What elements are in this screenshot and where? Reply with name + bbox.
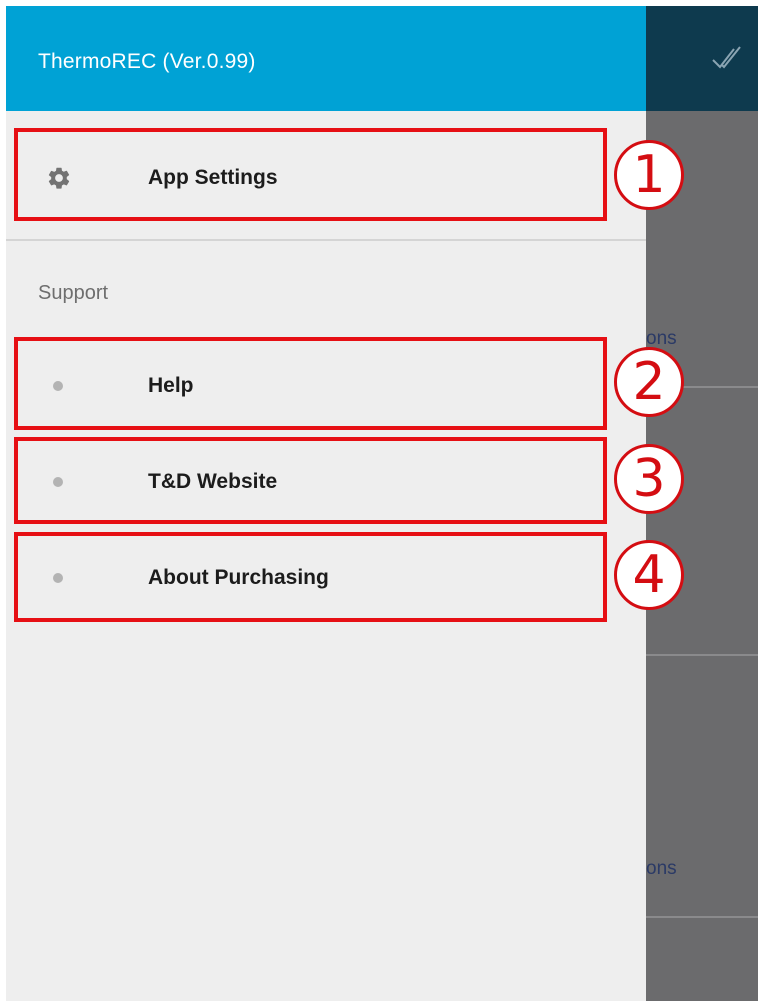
callout-number-2: 2	[614, 347, 684, 417]
drawer-header: ThermoREC (Ver.0.99)	[6, 6, 646, 111]
callout-number-1: 1	[614, 140, 684, 210]
app-title: ThermoREC (Ver.0.99)	[38, 50, 256, 73]
double-check-icon[interactable]	[710, 36, 744, 76]
section-divider	[6, 239, 646, 241]
callout-box-3	[14, 437, 607, 524]
screen: ons ons ThermoREC (Ver.0.99) App Setting…	[6, 6, 758, 1001]
callout-box-2	[14, 337, 607, 430]
callout-box-1	[14, 128, 607, 221]
background-partial-text: ons	[646, 858, 677, 879]
callout-number-4: 4	[614, 540, 684, 610]
section-header-support: Support	[38, 282, 109, 304]
callout-number-3: 3	[614, 444, 684, 514]
background-divider	[646, 916, 758, 918]
callout-box-4	[14, 532, 607, 622]
background-divider	[646, 654, 758, 656]
